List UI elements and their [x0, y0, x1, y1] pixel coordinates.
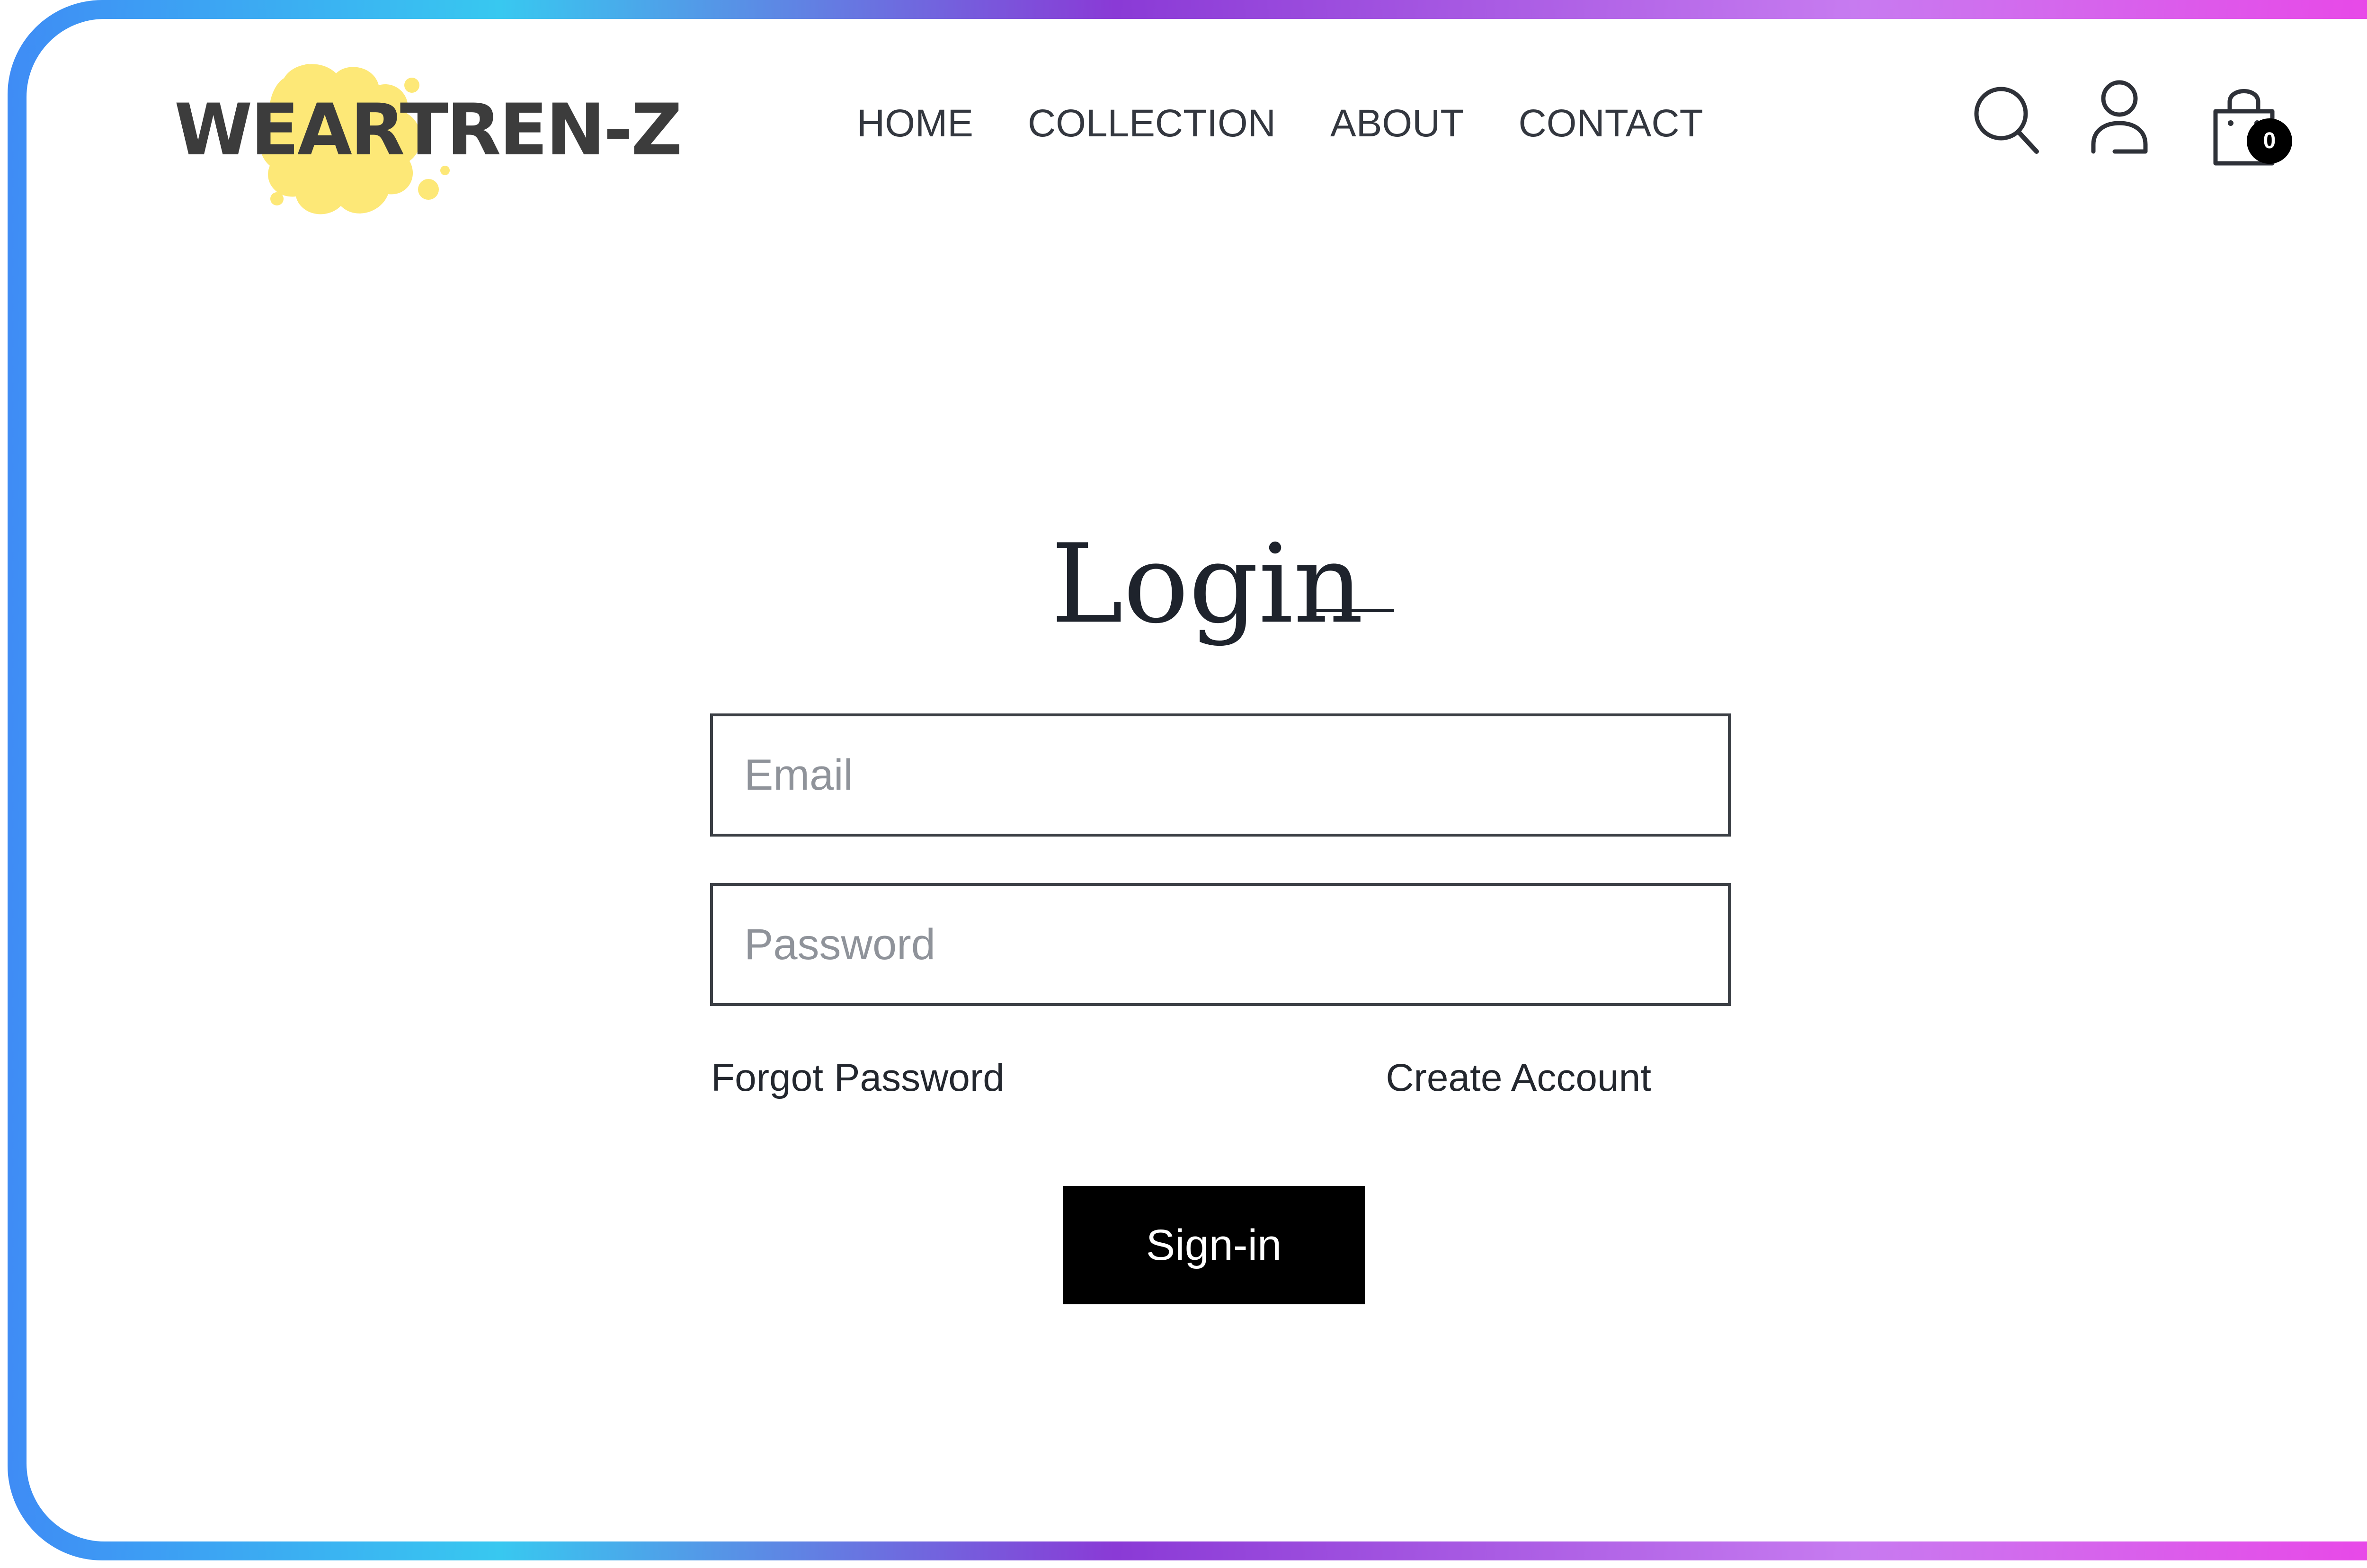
password-field[interactable] [710, 883, 1731, 1006]
create-account-link[interactable]: Create Account [1386, 1059, 1651, 1097]
brand-logo[interactable]: WEARTREN-Z [166, 33, 683, 232]
user-icon[interactable] [2089, 76, 2150, 156]
title-dash-divider [1307, 609, 1394, 612]
email-field[interactable] [710, 713, 1731, 837]
page-title: Login [1051, 521, 1364, 648]
nav-item-collection[interactable]: COLLECTION [1028, 104, 1276, 143]
sign-in-button[interactable]: Sign-in [1063, 1186, 1365, 1304]
brand-name: WEARTREN-Z [174, 89, 683, 171]
nav-item-about[interactable]: ABOUT [1330, 104, 1464, 143]
nav-item-home[interactable]: HOME [857, 104, 973, 143]
main-nav: HOME COLLECTION ABOUT CONTACT [857, 104, 1703, 143]
forgot-password-link[interactable]: Forgot Password [711, 1059, 1005, 1097]
search-icon[interactable] [1970, 80, 2041, 159]
nav-item-contact[interactable]: CONTACT [1518, 104, 1703, 143]
cart-count-badge: 0 [2247, 118, 2292, 164]
